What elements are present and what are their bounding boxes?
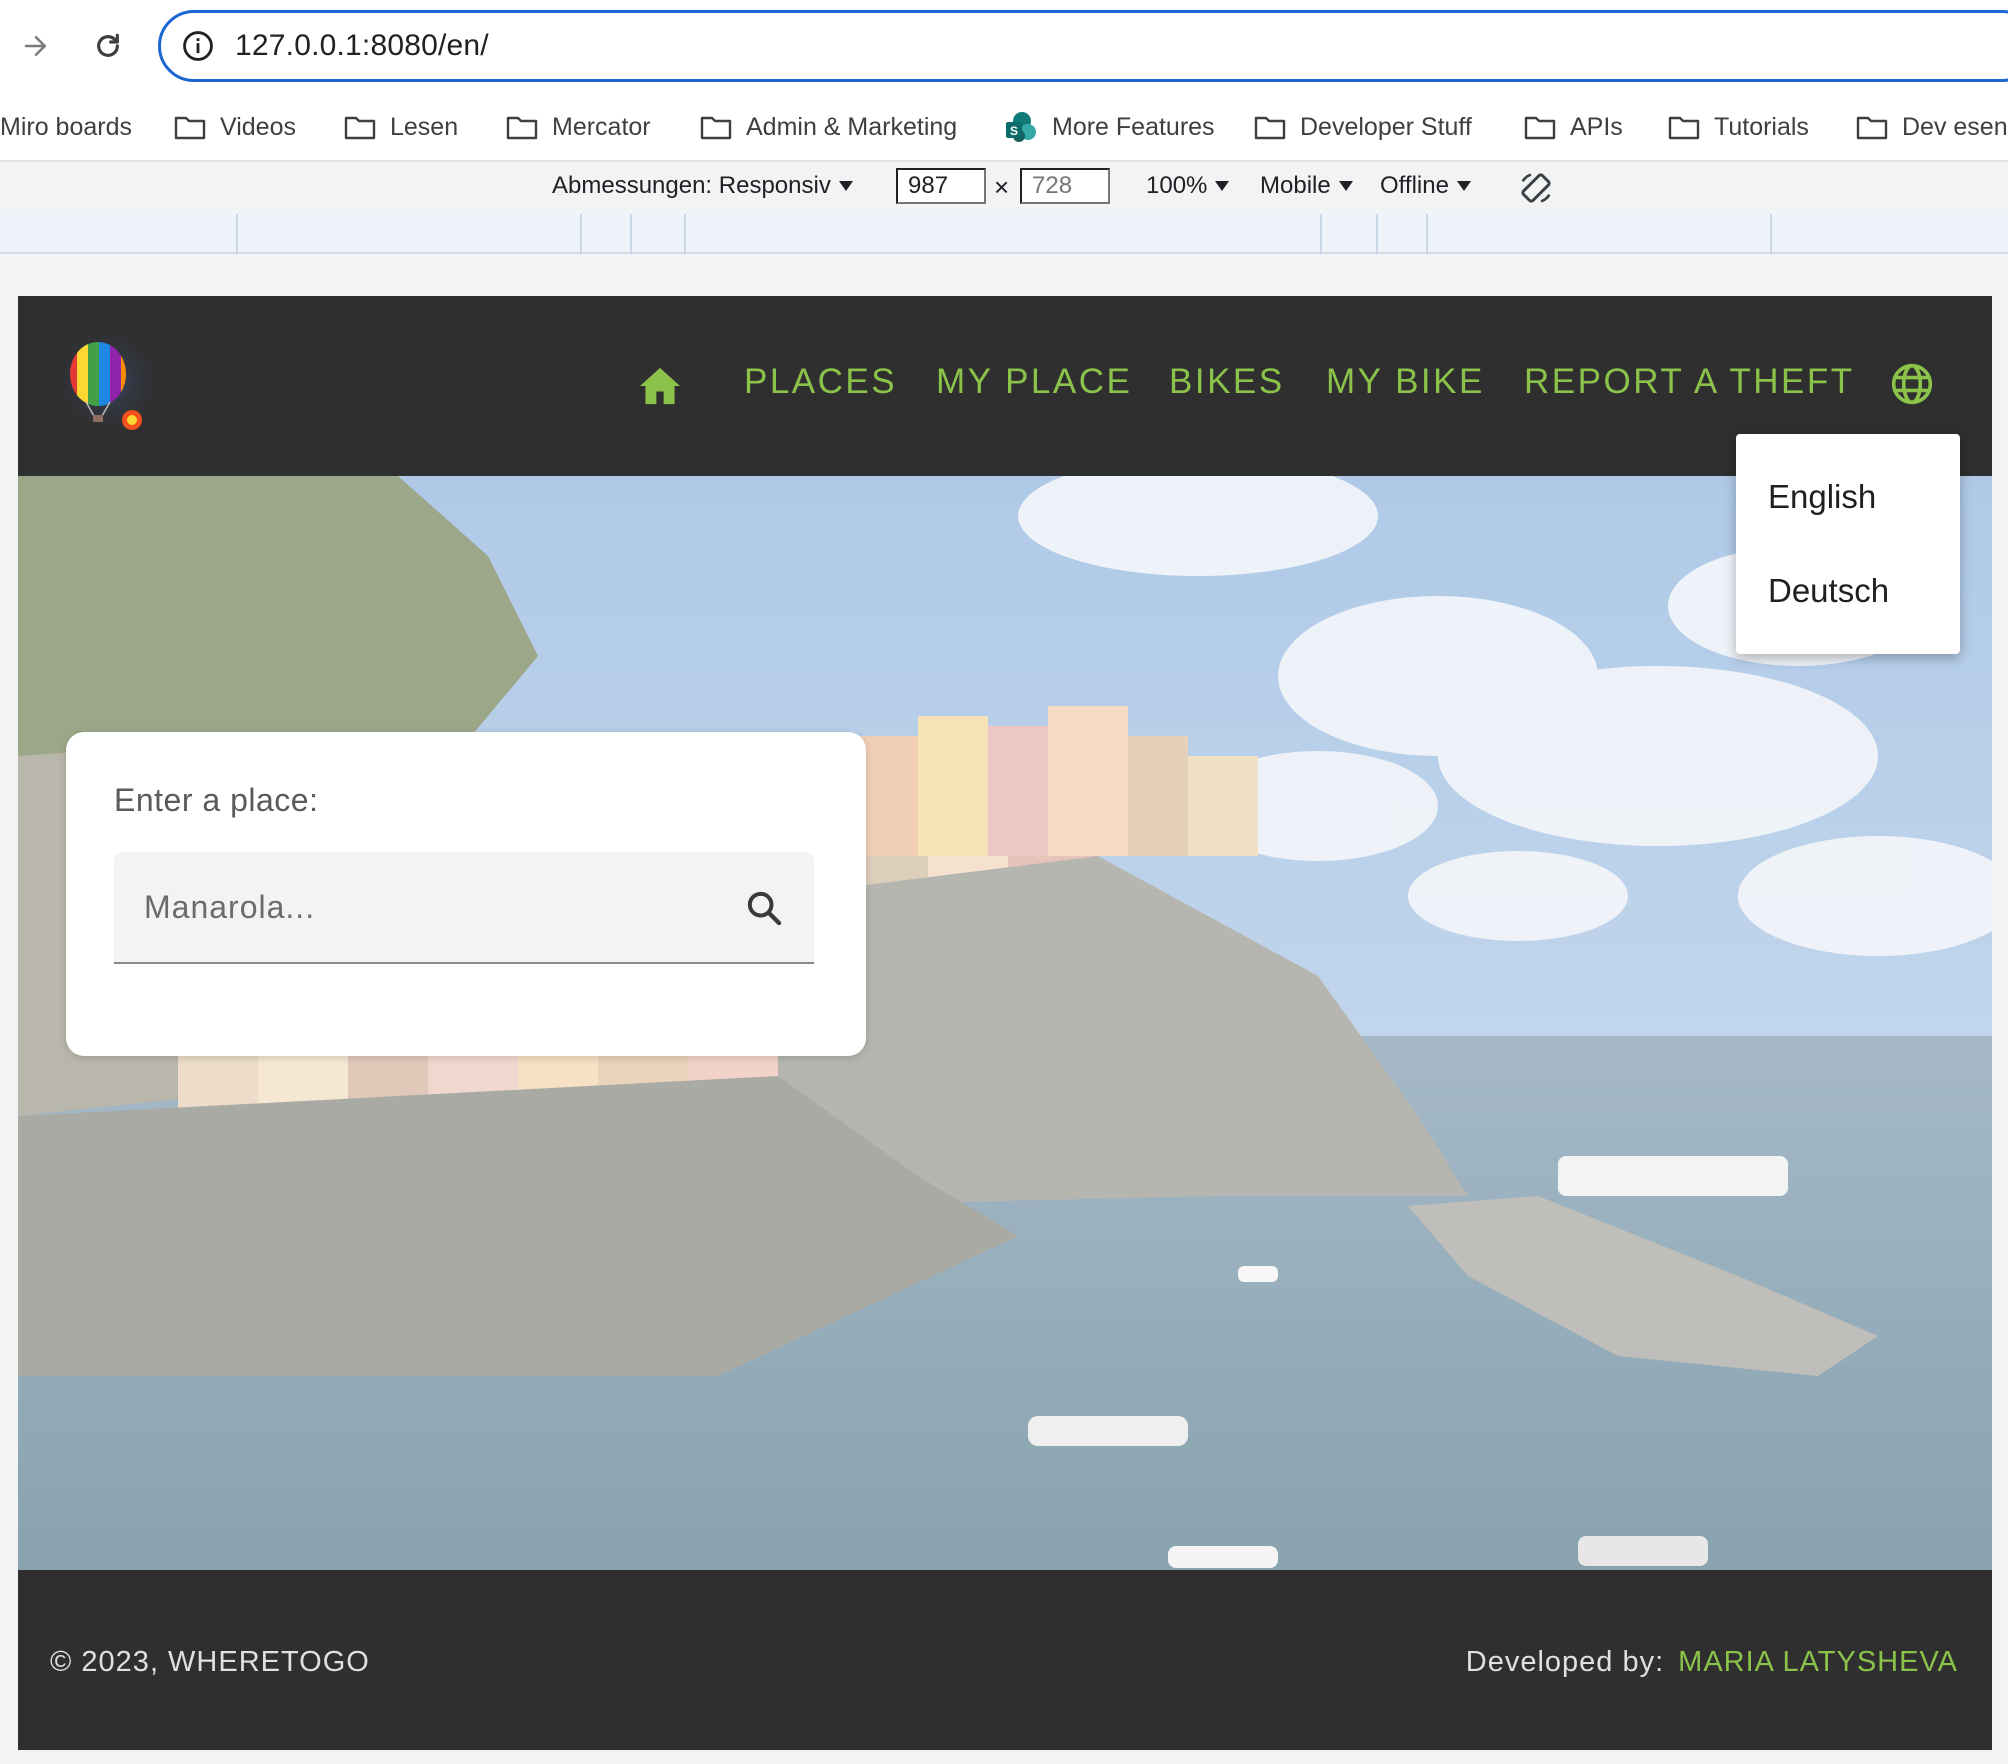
ruler-tick [1426, 214, 1428, 254]
forward-button[interactable] [10, 20, 62, 72]
bookmark-developer-stuff[interactable]: Developer Stuff [1254, 104, 1472, 150]
device-type-label: Mobile [1260, 172, 1331, 199]
nav-link-my-place[interactable]: MY PLACE [936, 362, 1132, 402]
rotate-icon [1521, 173, 1551, 203]
dimensions-label: Abmessungen: Responsiv [552, 172, 831, 199]
place-search-input[interactable] [144, 882, 704, 932]
media-query-ruler[interactable] [0, 214, 2008, 254]
nav-link-places[interactable]: PLACES [744, 362, 897, 402]
folder-icon [1524, 116, 1556, 140]
url-text[interactable]: 127.0.0.1:8080/en/ [235, 29, 489, 63]
bookmarks-bar: Miro boards Videos Lesen Mercator Admin … [0, 92, 2008, 162]
bookmark-lesen[interactable]: Lesen [344, 104, 458, 150]
copyright-text: © 2023, WHERETOGO [50, 1646, 370, 1678]
ruler-tick [1320, 214, 1322, 254]
dimensions-dropdown[interactable]: Abmessungen: Responsiv [552, 172, 853, 200]
caret-down-icon [1456, 181, 1471, 191]
bookmark-tutorials[interactable]: Tutorials [1668, 104, 1809, 150]
caret-down-icon [838, 181, 853, 191]
search-card: Enter a place: [66, 732, 866, 1056]
bookmark-label: Miro boards [0, 112, 132, 141]
bookmark-dev-esen[interactable]: Dev esen [1856, 104, 2008, 150]
folder-icon [1856, 116, 1888, 140]
bookmark-label: Lesen [390, 112, 459, 141]
developer-credit: Developed by: MARIA LATYSHEVA [1466, 1646, 1958, 1679]
bookmark-videos[interactable]: Videos [174, 104, 296, 150]
site-header: PLACES MY PLACE BIKES MY BIKE REPORT A T… [18, 296, 1992, 476]
bookmark-label: Videos [220, 112, 296, 141]
bookmark-miro-boards[interactable]: Miro boards [0, 104, 132, 150]
search-icon[interactable] [744, 888, 784, 928]
bookmark-label: Dev esen [1902, 112, 2008, 141]
ruler-tick [236, 214, 238, 254]
globe-icon[interactable] [1890, 362, 1934, 406]
language-menu: English Deutsch [1736, 434, 1960, 654]
device-type-dropdown[interactable]: Mobile [1260, 172, 1353, 200]
bookmark-mercator[interactable]: Mercator [506, 104, 651, 150]
language-option-english[interactable]: English [1768, 478, 1876, 516]
ruler-tick [580, 214, 582, 254]
nav-link-my-bike[interactable]: MY BIKE [1326, 362, 1485, 402]
caret-down-icon [1338, 181, 1353, 191]
times-icon: × [994, 172, 1010, 202]
bookmark-label: Admin & Marketing [746, 112, 958, 141]
search-label: Enter a place: [114, 782, 319, 818]
folder-icon [1668, 116, 1700, 140]
bookmark-label: More Features [1052, 112, 1215, 141]
ruler-tick [1376, 214, 1378, 254]
developer-name-link[interactable]: MARIA LATYSHEVA [1678, 1646, 1958, 1678]
nav-link-report-a-theft[interactable]: REPORT A THEFT [1524, 362, 1855, 402]
folder-icon [174, 116, 206, 140]
bookmark-label: Developer Stuff [1300, 112, 1472, 141]
site-footer: © 2023, WHERETOGO Developed by: MARIA LAT… [18, 1570, 1992, 1750]
folder-icon [344, 116, 376, 140]
viewport-width-input[interactable] [896, 168, 986, 204]
search-field[interactable] [114, 852, 814, 964]
caret-down-icon [1215, 181, 1230, 191]
ruler-tick [684, 214, 686, 254]
bookmark-admin-marketing[interactable]: Admin & Marketing [700, 104, 957, 150]
home-icon[interactable] [638, 366, 682, 406]
bookmark-apis[interactable]: APIs [1524, 104, 1623, 150]
arrow-right-icon [24, 36, 47, 56]
viewport-height-input[interactable] [1020, 168, 1110, 204]
developed-by-label: Developed by: [1465, 1646, 1665, 1678]
hot-air-balloon-logo[interactable] [52, 330, 164, 442]
site-info-icon[interactable] [181, 29, 215, 63]
ruler-tick [630, 214, 632, 254]
zoom-label: 100% [1146, 172, 1208, 199]
device-toolbar: Abmessungen: Responsiv × 100% Mobile Off… [0, 162, 2008, 214]
website-viewport: PLACES MY PLACE BIKES MY BIKE REPORT A T… [18, 296, 1992, 1750]
bookmark-label: Mercator [552, 112, 651, 141]
zoom-dropdown[interactable]: 100% [1146, 172, 1230, 200]
bookmark-label: APIs [1570, 112, 1623, 141]
network-dropdown[interactable]: Offline [1380, 172, 1471, 200]
folder-icon [700, 116, 732, 140]
folder-icon [506, 116, 538, 140]
rotate-button[interactable] [1516, 168, 1556, 208]
ruler-tick [1770, 214, 1772, 254]
reload-icon [97, 33, 119, 57]
hero-section: Enter a place: [18, 476, 1992, 1570]
reload-button[interactable] [82, 20, 134, 72]
sharepoint-icon: S [1006, 112, 1036, 142]
browser-toolbar: 127.0.0.1:8080/en/ [0, 0, 2008, 92]
language-option-deutsch[interactable]: Deutsch [1768, 572, 1889, 610]
nav-link-bikes[interactable]: BIKES [1169, 362, 1285, 402]
address-bar[interactable]: 127.0.0.1:8080/en/ [158, 10, 2008, 82]
network-label: Offline [1380, 172, 1449, 199]
folder-icon [1254, 116, 1286, 140]
bookmark-more-features[interactable]: S More Features [1004, 104, 1215, 150]
bookmark-label: Tutorials [1714, 112, 1809, 141]
svg-text:S: S [1010, 124, 1018, 138]
